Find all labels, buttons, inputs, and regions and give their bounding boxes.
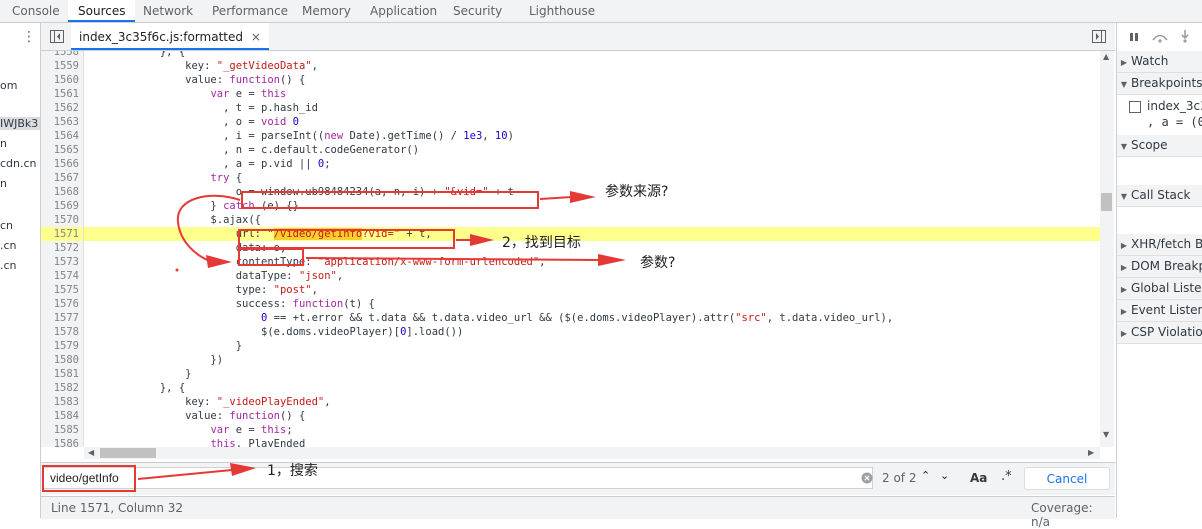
annotation-search: 1，搜索 (267, 463, 318, 479)
annotation-arrows (137, 191, 626, 480)
annotation-params: 参数? (640, 255, 676, 271)
annotation-target: 2，找到目标 (502, 235, 581, 251)
annotation-source: 参数来源? (605, 184, 669, 200)
